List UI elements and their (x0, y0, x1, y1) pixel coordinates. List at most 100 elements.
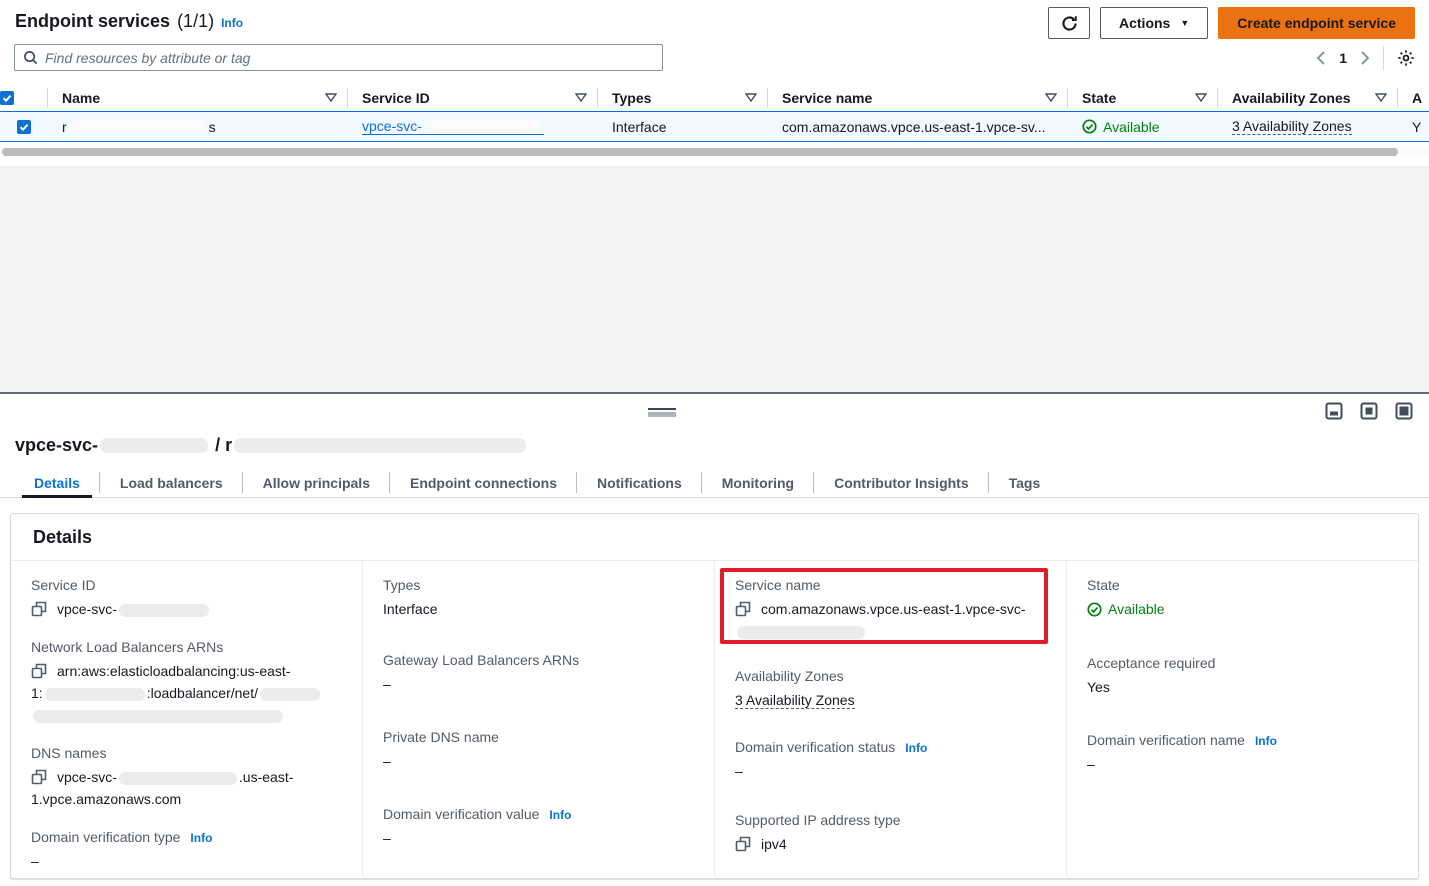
search-input[interactable] (45, 50, 654, 66)
column-label: A (1412, 90, 1422, 106)
redaction (234, 438, 526, 453)
redaction (100, 438, 208, 453)
toolbar: Actions ▼ Create endpoint service (1048, 7, 1415, 39)
copy-icon[interactable] (735, 836, 751, 852)
drag-handle-line (648, 408, 676, 410)
divider (1383, 46, 1384, 70)
page-header: Endpoint services (1/1) Info (15, 11, 243, 32)
info-link[interactable]: Info (1255, 734, 1277, 748)
row-acceptance-cell: Y (1398, 119, 1429, 135)
details-column-4: State Available Acceptance required Yes … (1066, 561, 1418, 877)
copy-icon[interactable] (31, 601, 47, 617)
field-state: State Available (1087, 577, 1398, 623)
create-endpoint-service-button[interactable]: Create endpoint service (1218, 7, 1415, 39)
service-id-text: vpce-svc- (362, 118, 422, 134)
info-link[interactable]: Info (905, 741, 927, 755)
refresh-button[interactable] (1048, 7, 1090, 39)
column-header-availability-zones[interactable]: Availability Zones (1218, 88, 1398, 108)
panel-bottom-small-icon[interactable] (1325, 402, 1343, 420)
copy-icon[interactable] (31, 769, 47, 785)
details-column-2: Types Interface Gateway Load Balancers A… (362, 561, 714, 877)
field-domain-verification-value: Domain verification value Info – (383, 806, 694, 849)
column-label: Service ID (362, 90, 430, 106)
field-value: – (383, 673, 694, 695)
row-checkbox[interactable] (17, 120, 31, 134)
info-link[interactable]: Info (549, 808, 571, 822)
check-circle-icon (1087, 602, 1102, 617)
field-label: Network Load Balancers ARNs (31, 639, 342, 655)
drag-handle-line (648, 412, 676, 417)
split-panel-drag-handle[interactable] (648, 408, 676, 417)
field-label: Domain verification status Info (735, 739, 1046, 755)
gear-icon (1397, 49, 1415, 67)
info-link[interactable]: Info (190, 831, 212, 845)
tab-allow-principals[interactable]: Allow principals (243, 468, 390, 497)
field-types: Types Interface (383, 577, 694, 620)
panel-title-service-id: vpce-svc- (15, 435, 98, 456)
table-preferences-button[interactable] (1397, 49, 1415, 67)
row-name-cell: rs (48, 119, 348, 135)
redaction (69, 120, 207, 133)
column-header-state[interactable]: State (1068, 88, 1218, 108)
field-glb-arns: Gateway Load Balancers ARNs – (383, 652, 694, 695)
field-value: vpce-svc-.us-east-1.vpce.amazonaws.com (31, 766, 342, 810)
table-header-row: Name Service ID Types Service name State… (0, 84, 1429, 111)
details-card: Details Service ID vpce-svc- Network Loa… (10, 513, 1419, 879)
panel-title-service-name: r (225, 435, 232, 456)
field-service-id: Service ID vpce-svc- (31, 577, 342, 620)
availability-zones-popover[interactable]: 3 Availability Zones (735, 692, 855, 709)
copy-icon[interactable] (31, 663, 47, 679)
column-header-name[interactable]: Name (48, 88, 348, 108)
row-availability-zones-cell: 3 Availability Zones (1218, 118, 1398, 135)
field-value: – (383, 750, 694, 772)
next-page-button[interactable] (1360, 51, 1370, 65)
column-label: Availability Zones (1232, 90, 1351, 106)
tab-endpoint-connections[interactable]: Endpoint connections (390, 468, 577, 497)
filter-icon[interactable] (745, 93, 757, 102)
tab-contributor-insights[interactable]: Contributor Insights (814, 468, 989, 497)
column-header-service-id[interactable]: Service ID (348, 88, 598, 108)
panel-title: vpce-svc- / r (15, 435, 528, 456)
service-id-link[interactable]: vpce-svc- (362, 118, 544, 135)
field-label: Service ID (31, 577, 342, 593)
select-all-checkbox[interactable] (0, 91, 14, 105)
horizontal-scrollbar-thumb[interactable] (2, 148, 1398, 156)
column-header-types[interactable]: Types (598, 88, 768, 108)
split-panel: vpce-svc- / r Details Load balancers All… (0, 394, 1429, 886)
filter-icon[interactable] (1195, 93, 1207, 102)
tab-notifications[interactable]: Notifications (577, 468, 702, 497)
panel-full-icon[interactable] (1395, 402, 1413, 420)
availability-zones-popover[interactable]: 3 Availability Zones (1232, 118, 1352, 135)
field-value: ipv4 (735, 833, 1046, 855)
field-label: Types (383, 577, 694, 593)
pagination: 1 (1316, 44, 1415, 72)
types-text: Interface (612, 119, 666, 135)
tab-tags[interactable]: Tags (989, 468, 1061, 497)
column-header-acceptance[interactable]: A (1398, 88, 1429, 108)
redaction (119, 772, 237, 785)
info-link[interactable]: Info (221, 16, 243, 30)
horizontal-scrollbar-track (0, 147, 1429, 157)
field-label: Acceptance required (1087, 655, 1398, 671)
table-row[interactable]: rs vpce-svc- Interface com.amazonaws.vpc… (0, 111, 1429, 142)
tab-details[interactable]: Details (14, 468, 100, 497)
column-header-service-name[interactable]: Service name (768, 88, 1068, 108)
redaction (45, 688, 145, 701)
copy-icon[interactable] (735, 601, 751, 617)
filter-icon[interactable] (1375, 93, 1387, 102)
field-value: – (31, 850, 342, 872)
filter-icon[interactable] (575, 93, 587, 102)
redaction (260, 688, 320, 701)
prev-page-button[interactable] (1316, 51, 1326, 65)
tab-load-balancers[interactable]: Load balancers (100, 468, 243, 497)
row-name-text: s (209, 119, 216, 135)
current-page[interactable]: 1 (1339, 50, 1347, 66)
tab-label: Notifications (597, 475, 682, 491)
tab-monitoring[interactable]: Monitoring (702, 468, 814, 497)
row-select-cell (0, 120, 48, 134)
actions-button[interactable]: Actions ▼ (1100, 7, 1208, 39)
panel-bottom-medium-icon[interactable] (1360, 402, 1378, 420)
filter-icon[interactable] (1045, 93, 1057, 102)
tab-label: Allow principals (263, 475, 370, 491)
filter-icon[interactable] (325, 93, 337, 102)
